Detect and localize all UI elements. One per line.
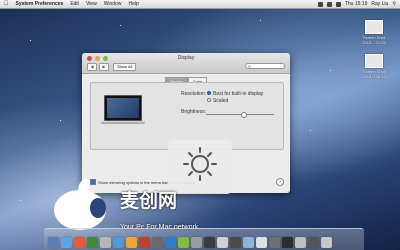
- resolution-label: Resolution:: [181, 91, 207, 97]
- dock-app-icon[interactable]: [178, 237, 189, 248]
- search-icon: ⚲: [248, 64, 251, 69]
- menu-edit[interactable]: Edit: [70, 1, 79, 7]
- volume-icon[interactable]: [326, 1, 332, 7]
- spotlight-icon[interactable]: ⚲: [392, 1, 396, 7]
- dock-app-icon[interactable]: [243, 237, 254, 248]
- dock-app-icon[interactable]: [217, 237, 228, 248]
- menu-clock[interactable]: Thu 15:19: [345, 1, 368, 7]
- screenshot-thumbnail-icon: [365, 54, 383, 68]
- watermark-logo: 麦创网 Your Pc For Mac network: [40, 178, 200, 234]
- dock-app-icon[interactable]: [152, 237, 163, 248]
- laptop-display-icon: [101, 95, 145, 129]
- menu-help[interactable]: Help: [128, 1, 138, 7]
- brightness-slider[interactable]: [206, 112, 274, 118]
- dock-app-icon[interactable]: [204, 237, 215, 248]
- show-all-button[interactable]: Show All: [113, 63, 137, 71]
- dock: [44, 228, 364, 250]
- dock-app-icon[interactable]: [165, 237, 176, 248]
- dock-app-icon[interactable]: [191, 237, 202, 248]
- menu-view[interactable]: View: [86, 1, 97, 7]
- wifi-icon[interactable]: [317, 1, 323, 7]
- desktop-file[interactable]: Screen Shot 2013....38.13: [356, 54, 392, 79]
- dock-app-icon[interactable]: [139, 237, 150, 248]
- dock-app-icon[interactable]: [230, 237, 241, 248]
- desktop-file-date: 2013....38.13: [362, 74, 386, 79]
- apple-logo-watermark-icon: [54, 178, 106, 230]
- menu-user[interactable]: Ray Liu: [371, 1, 388, 7]
- watermark-chinese: 麦创网: [120, 191, 178, 212]
- resolution-scaled-label[interactable]: Scaled: [213, 98, 228, 104]
- forward-button[interactable]: ▶: [99, 63, 109, 71]
- dock-app-icon[interactable]: [308, 237, 319, 248]
- back-button[interactable]: ◀: [87, 63, 97, 71]
- desktop-file-date: 2013....21.05: [362, 40, 386, 45]
- brightness-slider-knob[interactable]: [241, 112, 248, 118]
- screenshot-thumbnail-icon: [365, 20, 383, 34]
- dock-app-icon[interactable]: [113, 237, 124, 248]
- menu-bar:  System Preferences Edit View Window He…: [0, 0, 400, 9]
- dock-app-icon[interactable]: [295, 237, 306, 248]
- dock-app-icon[interactable]: [100, 237, 111, 248]
- window-titlebar[interactable]: Display ◀ ▶ Show All ⚲: [82, 53, 290, 74]
- dock-app-icon[interactable]: [321, 237, 332, 248]
- dock-app-icon[interactable]: [282, 237, 293, 248]
- dock-app-icon[interactable]: [48, 237, 59, 248]
- help-button[interactable]: ?: [276, 178, 284, 186]
- battery-icon[interactable]: [335, 1, 341, 7]
- window-title: Display: [177, 55, 195, 61]
- resolution-scaled-radio[interactable]: [207, 98, 211, 102]
- apple-menu-icon[interactable]: : [4, 0, 9, 9]
- resolution-best-radio[interactable]: [207, 91, 211, 95]
- dock-app-icon[interactable]: [87, 237, 98, 248]
- resolution-best-label[interactable]: Best for built-in display: [213, 91, 263, 97]
- search-input[interactable]: ⚲: [245, 63, 285, 69]
- desktop-file[interactable]: Screen Shot 2013....21.05: [356, 20, 392, 45]
- dock-app-icon[interactable]: [74, 237, 85, 248]
- dock-app-icon[interactable]: [126, 237, 137, 248]
- dock-app-icon[interactable]: [256, 237, 267, 248]
- dock-app-icon[interactable]: [61, 237, 72, 248]
- dock-app-icon[interactable]: [269, 237, 280, 248]
- menu-window[interactable]: Window: [104, 1, 122, 7]
- app-menu[interactable]: System Preferences: [16, 1, 64, 7]
- brightness-label: Brightness:: [181, 109, 207, 115]
